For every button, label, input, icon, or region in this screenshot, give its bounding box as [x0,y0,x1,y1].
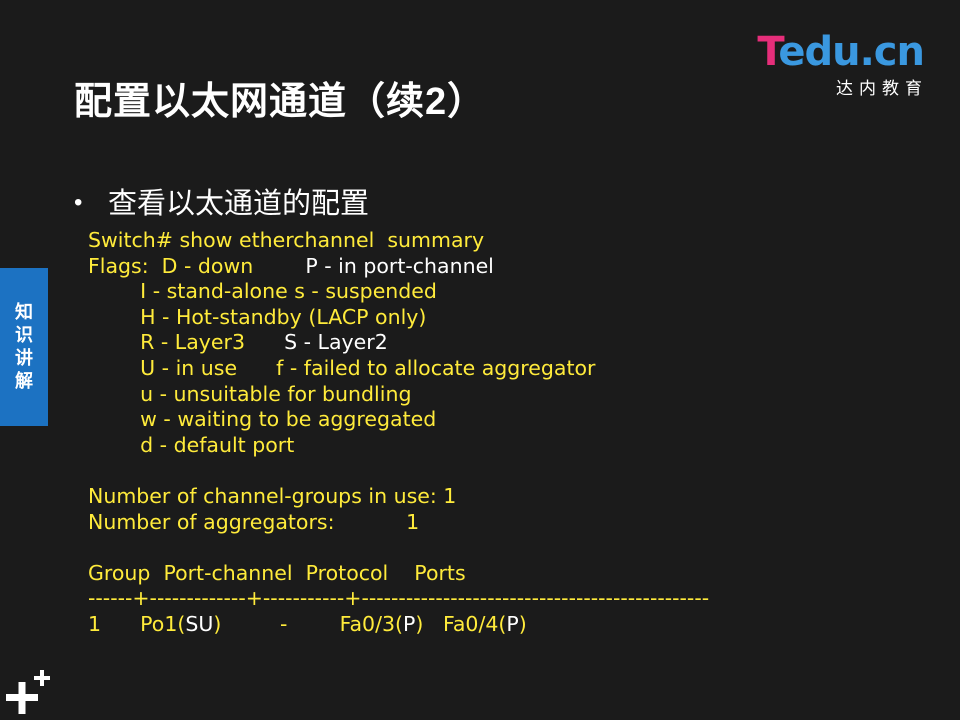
tedu-logo: Tedu.cn 达内教育 [744,29,925,100]
code-line: U - in use f - failed to allocate aggreg… [88,356,709,382]
code-flag-p: P - in port-channel [305,253,494,278]
bullet-dot-icon: • [74,189,83,216]
code-flag-u: U - in use [88,355,277,380]
code-cell-flag: SU [185,611,214,636]
code-cell: 1 Po1( [88,611,186,636]
bullet-item: • 查看以太通道的配置 [74,180,369,222]
code-line: Flags: D - down P - in port-channel [88,254,709,280]
side-tab-char: 识 [15,325,33,345]
code-cell: ) Fa0/4( [415,611,507,636]
logo-subtitle: 达内教育 [836,79,928,98]
code-line: Switch# show etherchannel summary [88,228,485,252]
logo-wordmark: Tedu.cn [744,29,925,75]
code-line: Number of channel-groups in use: 1 [88,483,457,508]
code-flag-d: Flags: D - down [88,253,306,278]
code-line: H - Hot-standby (LACP only) [88,304,427,329]
code-line: R - Layer3 S - Layer2 [88,330,709,356]
code-line: I - stand-alone s - suspended [88,279,437,304]
command-output: Switch# show etherchannel summary Flags:… [88,228,709,638]
code-line: Number of aggregators: 1 [88,509,420,534]
bullet-text: 查看以太通道的配置 [108,188,370,220]
side-tab-char: 知 [15,302,33,322]
code-cell-flag: P [506,611,519,636]
code-flag-r: R - Layer3 [88,330,285,355]
code-line: u - unsuitable for bundling [88,381,412,406]
plus-icon [6,668,52,716]
code-cell: ) - Fa0/3( [213,611,404,636]
code-flag-f: f - failed to allocate aggregator [276,355,596,380]
code-line: w - waiting to be aggregated [88,407,437,432]
code-line: d - default port [88,432,295,457]
code-table-divider: ------+-------------+-----------+-------… [88,586,710,611]
code-flag-s: S - Layer2 [284,330,388,355]
code-table-header: Group Port-channel Protocol Ports [88,560,466,585]
code-cell-flag: P [403,611,416,636]
logo-letters: edu.cn [778,29,925,75]
side-tab-char: 解 [15,371,33,391]
logo-letter-t: T [757,29,779,75]
code-table-row: 1 Po1(SU) - Fa0/3(P) Fa0/4(P) [88,612,709,638]
side-tab-char: 讲 [15,348,33,368]
knowledge-side-tab: 知 识 讲 解 [0,268,48,426]
slide-title: 配置以太网通道（续2） [74,81,487,123]
code-cell: ) [518,611,527,636]
